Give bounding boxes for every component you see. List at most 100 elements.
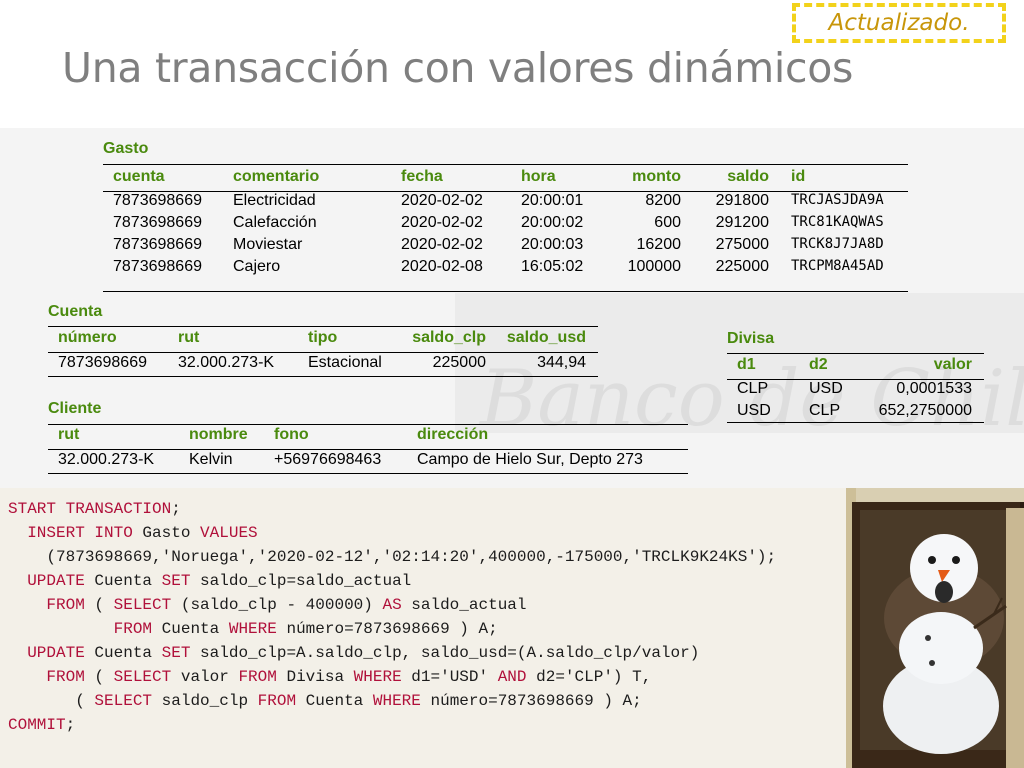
- sql-text: Divisa: [276, 668, 354, 686]
- code-line: (7873698669,'Noruega','2020-02-12','02:1…: [8, 548, 776, 566]
- divisa-caption: Divisa: [727, 330, 775, 347]
- sql-keyword: AS: [382, 596, 402, 614]
- sql-keyword: WHERE: [353, 668, 402, 686]
- cliente-cell: 32.000.273-K: [58, 451, 155, 468]
- gasto-cell: 2020-02-08: [401, 258, 483, 275]
- gasto-cell: 275000: [715, 236, 769, 253]
- gasto-header-3: hora: [521, 168, 556, 185]
- sql-text: (saldo_clp - 400000): [171, 596, 383, 614]
- gasto-cell: 20:00:02: [521, 214, 584, 231]
- gasto-cell: TRCK8J7JA8D: [791, 236, 884, 252]
- cliente-cell: +56976698463: [274, 451, 382, 468]
- gasto-cell: 2020-02-02: [401, 192, 483, 209]
- gasto-rule: [103, 164, 908, 165]
- sql-keyword: UPDATE: [27, 644, 85, 662]
- cliente-cell: Kelvin: [189, 451, 233, 468]
- sql-text: número=7873698669 ) A;: [420, 692, 642, 710]
- sql-text: Cuenta: [84, 644, 162, 662]
- sql-keyword: FROM: [46, 668, 85, 686]
- sql-keyword: FROM: [257, 692, 297, 710]
- cuenta-header-0: número: [58, 329, 117, 346]
- sql-text: Cuenta: [84, 572, 162, 590]
- cuenta-cell: 225000: [432, 354, 486, 371]
- gasto-cell: 291200: [715, 214, 769, 231]
- sql-text: saldo_clp=saldo_actual: [190, 572, 412, 590]
- divisa-header-2: valor: [933, 356, 972, 373]
- cliente-header-3: dirección: [417, 426, 489, 443]
- sql-keyword: COMMIT: [8, 716, 66, 734]
- sql-text: (7873698669,'Noruega','2020-02-12','02:1…: [8, 548, 777, 566]
- gasto-cell: TRC81KAQWAS: [791, 214, 884, 230]
- gasto-caption: Gasto: [103, 140, 149, 157]
- cliente-rule: [48, 424, 688, 425]
- cliente-rule: [48, 473, 688, 474]
- code-line: INSERT INTO Gasto VALUES: [8, 524, 257, 542]
- cuenta-header-2: tipo: [308, 329, 338, 346]
- gasto-cell: 20:00:03: [521, 236, 584, 253]
- divisa-cell: USD: [737, 402, 771, 419]
- divisa-table: Divisa d1 d2 valor CLP USD 0,0001533 USD CLP 652,…: [727, 330, 984, 430]
- sql-code-block: START TRANSACTION; INSERT INTO Gasto VAL…: [0, 488, 846, 768]
- gasto-cell: 8200: [645, 192, 681, 209]
- code-line: ( SELECT saldo_clp FROM Cuenta WHERE núm…: [8, 692, 642, 710]
- gasto-cell: Cajero: [233, 258, 281, 275]
- gasto-cell: 2020-02-02: [401, 214, 483, 231]
- code-line: COMMIT;: [8, 716, 75, 734]
- sql-text: (: [84, 596, 114, 614]
- gasto-table: Gasto cuenta comentario fecha hora monto saldo…: [103, 140, 908, 292]
- sql-keyword: AND: [497, 668, 527, 686]
- divisa-cell: CLP: [809, 402, 841, 419]
- divisa-cell: 652,2750000: [878, 402, 972, 419]
- sql-text: saldo_clp=A.saldo_clp, saldo_usd=(A.sald…: [190, 644, 700, 662]
- code-line: UPDATE Cuenta SET saldo_clp=saldo_actual: [8, 572, 411, 590]
- sql-text: (: [84, 668, 114, 686]
- gasto-cell: 600: [654, 214, 681, 231]
- gasto-cell: TRCJASJDA9A: [791, 192, 884, 208]
- sql-text: valor: [171, 668, 239, 686]
- divisa-cell: 0,0001533: [896, 380, 972, 397]
- cuenta-cell: 32.000.273-K: [178, 354, 275, 371]
- cuenta-cell: Estacional: [308, 354, 382, 371]
- cuenta-rule: [48, 326, 598, 327]
- divisa-header-1: d2: [809, 356, 828, 373]
- cuenta-table: Cuenta número rut tipo saldo_clp saldo_usd 787…: [48, 303, 598, 383]
- divisa-cell: CLP: [737, 380, 769, 397]
- gasto-rule: [103, 191, 908, 192]
- gasto-cell: 7873698669: [113, 214, 202, 231]
- sql-text: Cuenta: [152, 620, 229, 638]
- gasto-header-1: comentario: [233, 168, 320, 185]
- gasto-cell: 100000: [627, 258, 681, 275]
- gasto-cell: 20:00:01: [521, 192, 584, 209]
- gasto-cell: 225000: [715, 258, 769, 275]
- code-line: FROM Cuenta WHERE número=7873698669 ) A;: [8, 620, 498, 638]
- cuenta-header-3: saldo_clp: [412, 329, 486, 346]
- cliente-header-1: nombre: [189, 426, 248, 443]
- sql-keyword: INSERT INTO: [27, 524, 133, 542]
- sql-text: número=7873698669 ) A;: [276, 620, 498, 638]
- code-line: UPDATE Cuenta SET saldo_clp=A.saldo_clp,…: [8, 644, 699, 662]
- gasto-cell: TRCPM8A45AD: [791, 258, 884, 274]
- code-line: FROM ( SELECT valor FROM Divisa WHERE d1…: [8, 668, 651, 686]
- sql-keyword: SET: [161, 644, 191, 662]
- cliente-table: Cliente rut nombre fono dirección 32.000.273-…: [48, 400, 688, 480]
- sql-keyword: WHERE: [372, 692, 421, 710]
- sql-keyword: SET: [161, 572, 191, 590]
- gasto-cell: Moviestar: [233, 236, 303, 253]
- sql-text: Cuenta: [296, 692, 373, 710]
- sql-keyword: SELECT: [113, 596, 172, 614]
- gasto-header-6: id: [791, 168, 806, 185]
- cliente-header-2: fono: [274, 426, 309, 443]
- gasto-cell: 7873698669: [113, 236, 202, 253]
- cuenta-cell: 344,94: [537, 354, 586, 371]
- gasto-cell: Electricidad: [233, 192, 316, 209]
- sql-text: ;: [171, 500, 181, 518]
- sql-text: d1='USD': [401, 668, 498, 686]
- updated-badge-text: Actualizado.: [828, 10, 970, 36]
- tables-panel: Banco de Chile Gasto cuenta comentario fech…: [0, 128, 1024, 488]
- sql-text: saldo_actual: [401, 596, 527, 614]
